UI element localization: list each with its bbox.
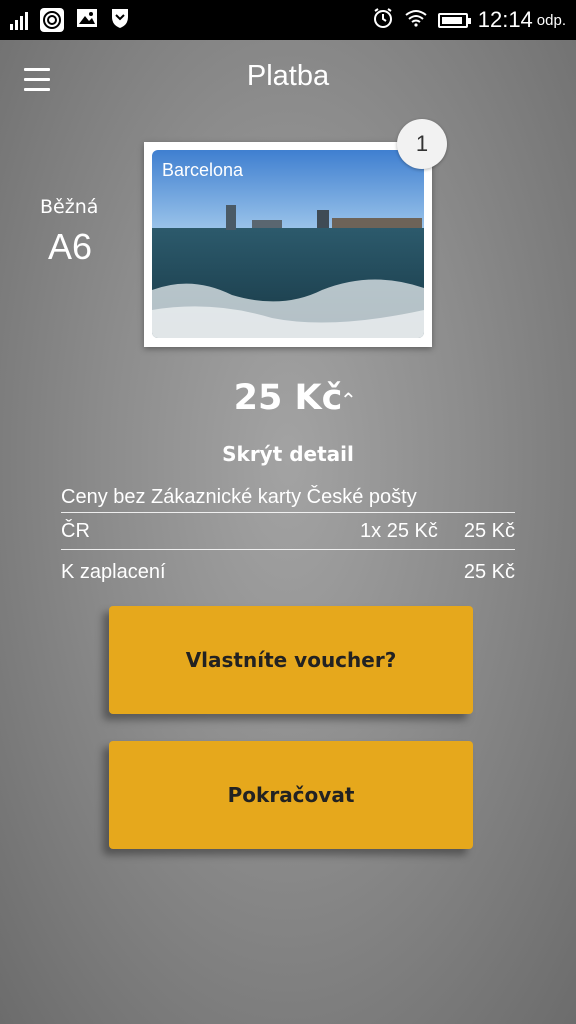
price-detail-header: Ceny bez Zákaznické karty České pošty [61,482,515,513]
row-label: ČR [61,519,90,542]
quantity-badge: 1 [397,119,447,169]
postcard-preview[interactable]: Barcelona [144,142,432,347]
wifi-icon [404,9,428,31]
status-left [10,7,130,33]
status-time-suffix: odp. [536,11,566,29]
to-pay-total: 25 Kč [463,560,515,583]
signal-icon [10,10,28,30]
target-app-icon [40,8,64,32]
price-detail-table: Ceny bez Zákaznické karty České pošty ČR… [61,482,515,590]
product-format: A6 [48,226,93,267]
battery-icon [437,12,471,28]
gallery-icon [76,8,98,32]
page-title: Platba [246,60,330,92]
to-pay-row: K zaplacení 25 Kč [61,554,515,590]
postcard-photo: Barcelona [152,150,424,338]
continue-button[interactable]: Pokračovat [109,741,473,849]
alarm-icon [372,7,394,33]
voucher-button[interactable]: Vlastníte voucher? [109,606,473,714]
row-total: 25 Kč [463,519,515,542]
status-right: 12:14 odp. [372,7,566,33]
product-type: Běžná [40,196,99,218]
to-pay-label: K zaplacení [61,560,166,583]
price-total: 25 Kč [233,378,343,418]
status-time: 12:14 [477,7,533,32]
table-row: ČR 1x 25 Kč 25 Kč [61,513,515,550]
row-quantity: 1x 25 Kč [360,519,438,542]
photo-caption: Barcelona [162,160,244,180]
status-bar: 12:14 odp. [0,0,576,40]
hide-detail-toggle[interactable]: Skrýt detail [0,442,576,466]
shield-icon [110,7,130,33]
chevron-up-icon[interactable]: ⌃ [340,388,357,412]
